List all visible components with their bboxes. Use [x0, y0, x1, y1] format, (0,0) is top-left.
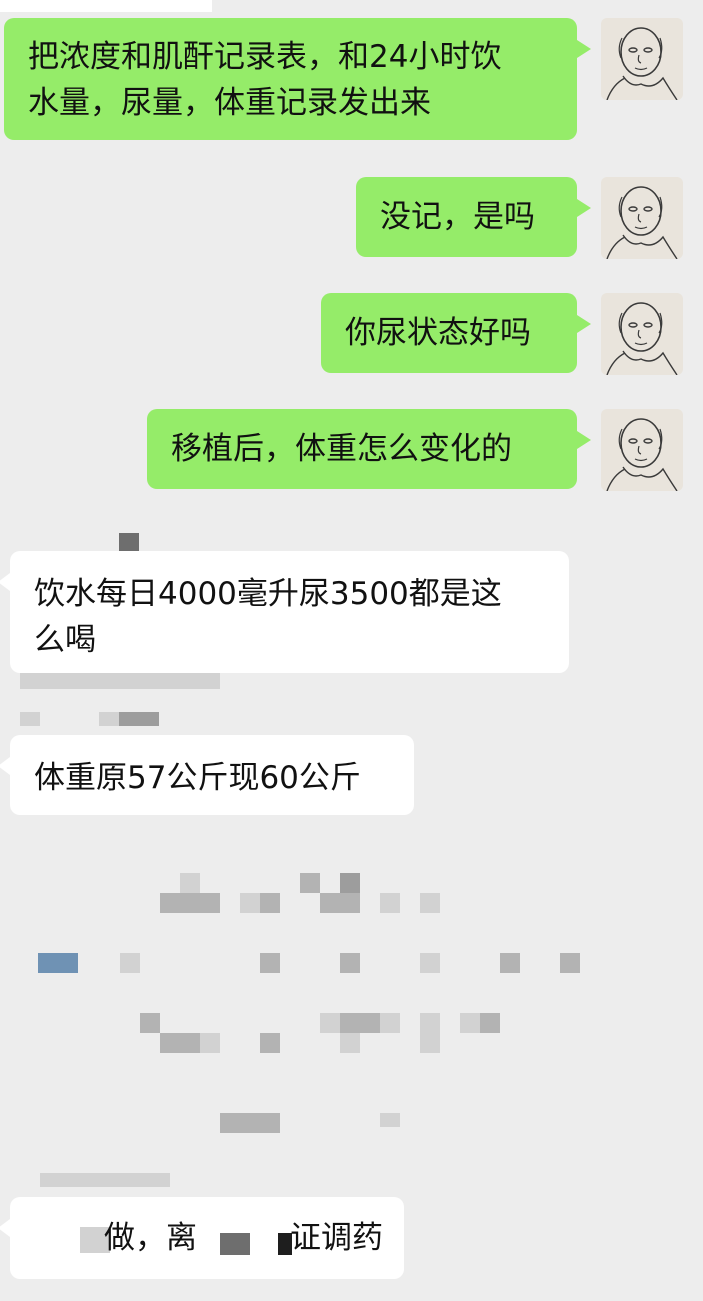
message-text: 做，离 — [104, 1220, 197, 1256]
incoming-message-bubble[interactable]: 做，离 证调药 — [0, 1197, 404, 1279]
avatar-sketch-graphic — [606, 302, 678, 375]
sketched-face-avatar-icon[interactable] — [601, 293, 683, 375]
sketched-face-avatar-icon[interactable] — [601, 177, 683, 259]
message-text: 移植后，体重怎么变化的 — [171, 431, 512, 467]
message-text: 把浓度和肌酐记录表，和24小时饮 水量，尿量，体重记录发出来 — [28, 39, 502, 121]
message-text: 饮水每日4000毫升尿3500都是这 么喝 — [34, 576, 502, 658]
message-text: 你尿状态好吗 — [345, 315, 531, 351]
pixelated-redaction — [119, 712, 159, 726]
pixelated-redaction — [220, 1233, 250, 1255]
incoming-message-bubble[interactable]: 饮水每日4000毫升尿3500都是这 么喝 — [0, 551, 569, 673]
pixelated-redaction — [119, 533, 139, 551]
outgoing-message-bubble[interactable]: 你尿状态好吗 — [321, 293, 591, 373]
avatar-sketch-graphic — [606, 186, 678, 259]
avatar-sketch-graphic — [606, 27, 678, 100]
pixelated-redaction — [20, 673, 220, 689]
incoming-message-bubble[interactable]: 体重原57公斤现60公斤 — [0, 735, 414, 815]
avatar-sketch-graphic — [606, 418, 678, 491]
sketched-face-avatar-icon[interactable] — [601, 18, 683, 100]
outgoing-message-bubble[interactable]: 移植后，体重怎么变化的 — [147, 409, 591, 489]
outgoing-message-bubble[interactable]: 没记，是吗 — [356, 177, 591, 257]
pixelated-redaction — [99, 712, 119, 726]
message-text: 体重原57公斤现60公斤 — [34, 760, 361, 796]
message-text: 没记，是吗 — [380, 199, 535, 235]
pixelated-redaction — [20, 712, 40, 726]
top-bubble-fragment — [0, 0, 212, 12]
outgoing-message-bubble[interactable]: 把浓度和肌酐记录表，和24小时饮 水量，尿量，体重记录发出来 — [4, 18, 591, 140]
message-text-end: 证调药 — [290, 1220, 383, 1256]
sketched-face-avatar-icon[interactable] — [601, 409, 683, 491]
